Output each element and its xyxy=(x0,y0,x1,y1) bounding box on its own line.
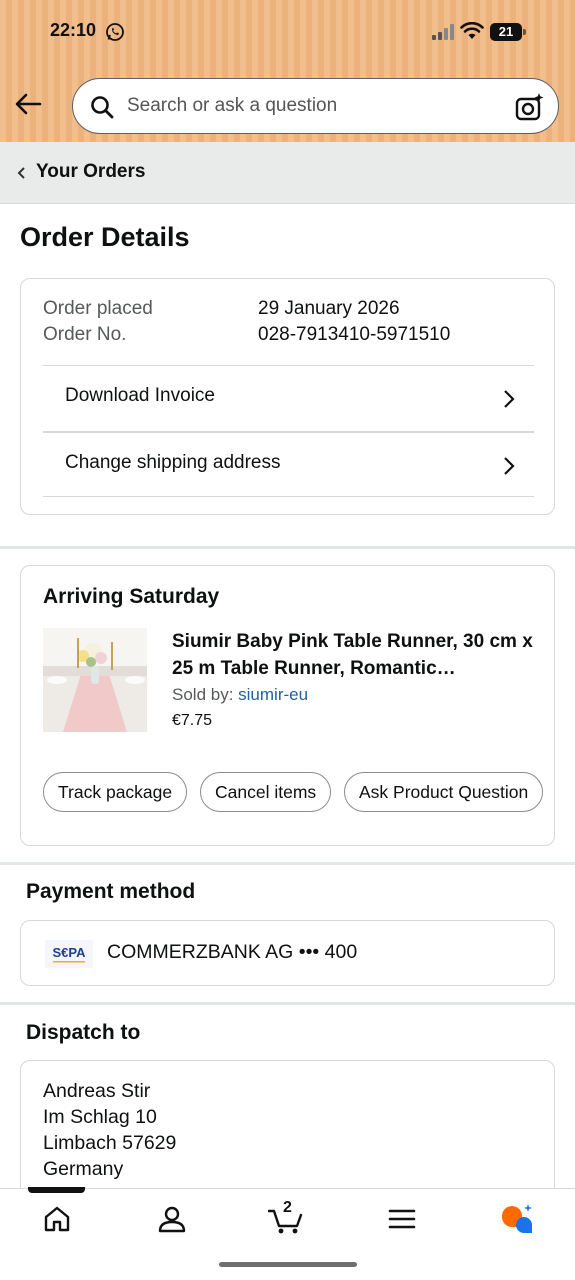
breadcrumb-label[interactable]: Your Orders xyxy=(36,161,145,183)
camera-search-icon[interactable] xyxy=(514,91,546,123)
sold-by: Sold by: siumir-eu xyxy=(172,685,308,705)
account-icon[interactable] xyxy=(156,1203,188,1235)
battery-icon: 21 xyxy=(490,23,526,41)
shipment-actions: Track package Cancel items Ask Product Q… xyxy=(43,772,543,814)
breadcrumb[interactable]: Your Orders xyxy=(0,142,575,204)
product-price: €7.75 xyxy=(172,712,213,729)
page-title: Order Details xyxy=(20,222,190,252)
sepa-logo: S€PA xyxy=(45,940,93,968)
cart-count-badge: 2 xyxy=(283,1199,292,1216)
download-invoice-row[interactable]: Download Invoice xyxy=(43,365,534,431)
product-image[interactable] xyxy=(43,628,147,732)
arrival-heading: Arriving Saturday xyxy=(43,585,220,608)
order-placed-value: 29 January 2026 xyxy=(258,298,400,319)
product-title[interactable]: Siumir Baby Pink Table Runner, 30 cm x 2… xyxy=(172,628,542,682)
whatsapp-icon xyxy=(106,23,124,41)
payment-heading: Payment method xyxy=(26,880,196,903)
search-input[interactable]: Search or ask a question xyxy=(127,95,337,117)
app-header: 22:10 21 Search or ask a question xyxy=(0,0,575,142)
battery-level: 21 xyxy=(498,24,514,39)
bank-account: COMMERZBANK AG ••• 400 xyxy=(107,941,358,963)
order-info-card: Order placed 29 January 2026 Order No. 0… xyxy=(20,278,555,515)
address-name: Andreas Stir xyxy=(43,1080,151,1102)
chevron-left-icon xyxy=(17,167,25,179)
menu-icon[interactable] xyxy=(386,1203,418,1235)
chevron-right-icon xyxy=(504,390,515,408)
home-icon[interactable] xyxy=(41,1203,73,1235)
search-bar[interactable]: Search or ask a question xyxy=(72,78,559,134)
section-divider xyxy=(0,862,575,865)
ask-product-question-button[interactable]: Ask Product Question xyxy=(344,772,543,812)
status-time: 22:10 xyxy=(50,20,97,40)
shipment-card: Arriving Saturday Siumir Baby Pink Table… xyxy=(20,565,555,846)
address-city: Limbach 57629 xyxy=(43,1132,177,1154)
home-indicator xyxy=(219,1262,357,1267)
rufus-assistant-icon[interactable] xyxy=(500,1203,536,1235)
order-number-label: Order No. xyxy=(43,324,127,345)
dispatch-heading: Dispatch to xyxy=(26,1021,141,1044)
divider xyxy=(43,496,534,497)
order-placed-label: Order placed xyxy=(43,298,153,319)
section-divider xyxy=(0,546,575,549)
track-package-button[interactable]: Track package xyxy=(43,772,188,812)
back-arrow-icon[interactable] xyxy=(12,88,44,120)
seller-link[interactable]: siumir-eu xyxy=(238,685,308,704)
svg-text:S€PA: S€PA xyxy=(53,945,87,960)
search-icon xyxy=(91,96,114,119)
address-street: Im Schlag 10 xyxy=(43,1106,157,1128)
chevron-right-icon xyxy=(504,457,515,475)
payment-card: S€PA COMMERZBANK AG ••• 400 xyxy=(20,920,555,986)
cancel-items-button[interactable]: Cancel items xyxy=(200,772,332,812)
section-divider xyxy=(0,1002,575,1005)
signal-icon xyxy=(432,24,454,40)
wifi-icon xyxy=(460,22,484,39)
address-country: Germany xyxy=(43,1158,124,1180)
active-tab-indicator xyxy=(28,1187,85,1193)
sold-by-label: Sold by: xyxy=(172,685,239,704)
status-bar: 22:10 21 xyxy=(0,0,575,62)
change-address-label: Change shipping address xyxy=(65,452,281,473)
change-address-row[interactable]: Change shipping address xyxy=(43,431,534,497)
order-number-value: 028-7913410-5971510 xyxy=(258,324,451,345)
download-invoice-label: Download Invoice xyxy=(65,385,215,406)
